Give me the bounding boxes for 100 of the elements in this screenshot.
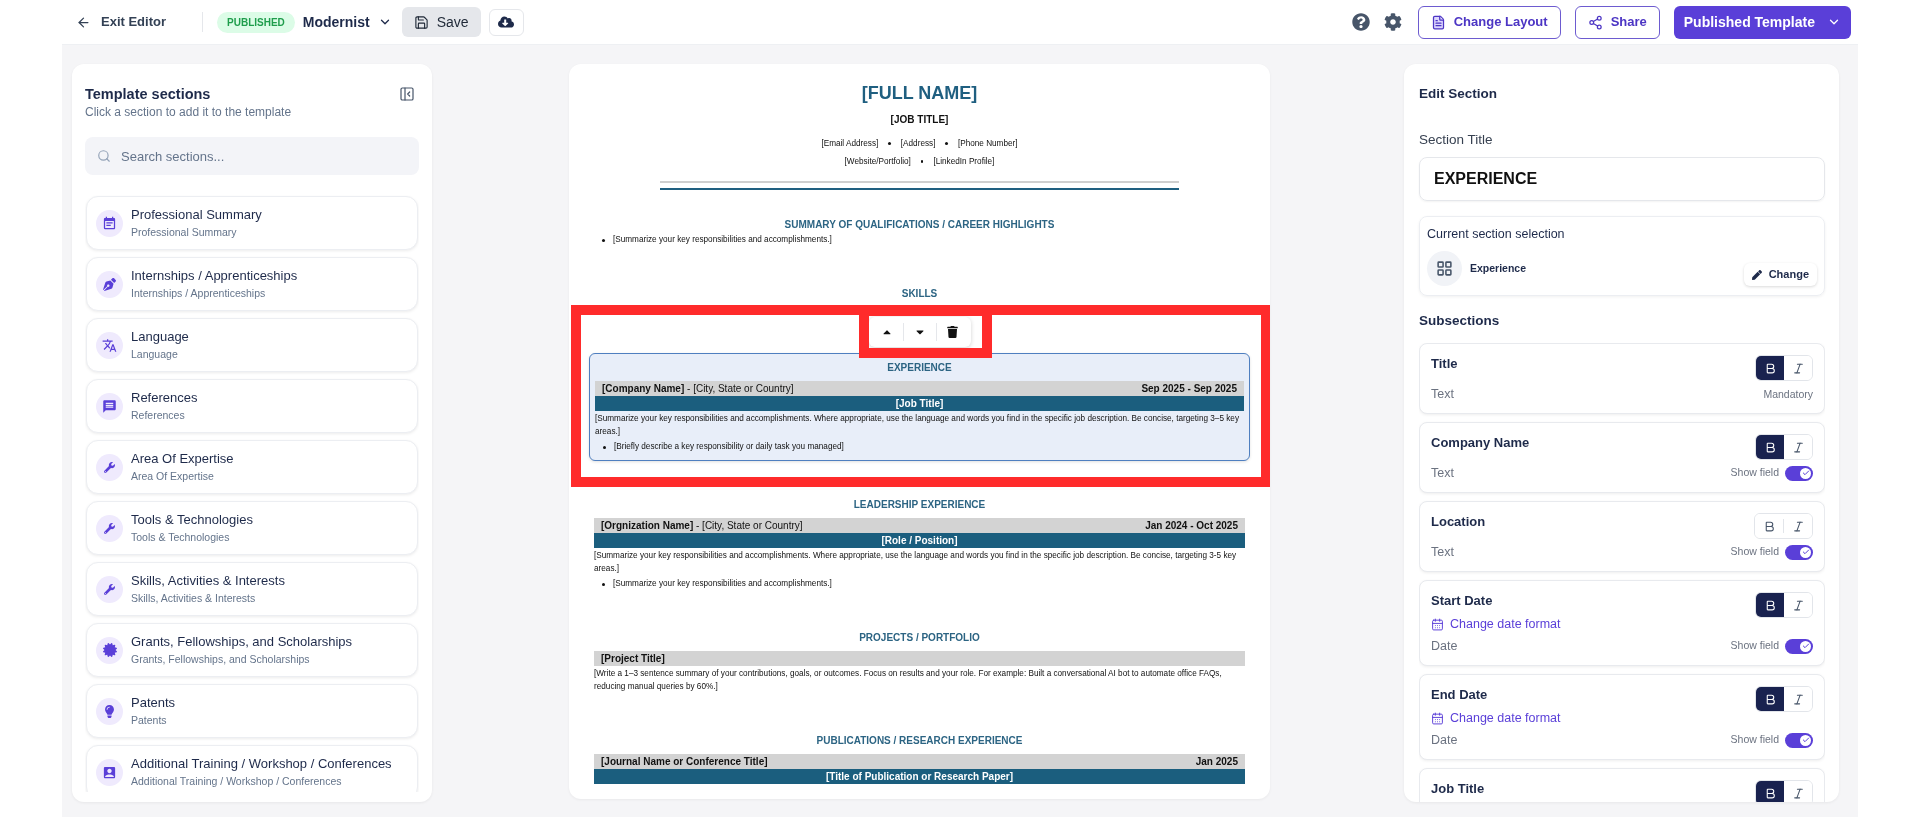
wrench-icon — [96, 575, 123, 603]
translate-icon — [96, 331, 123, 359]
subsection-name: Job Title — [1431, 780, 1485, 798]
help-icon[interactable] — [1351, 13, 1370, 31]
settings-icon[interactable] — [1383, 13, 1402, 31]
section-item[interactable]: Tools & Technologies Tools & Technologies — [86, 501, 418, 555]
person-card-icon — [96, 758, 123, 786]
subsection-name: End Date — [1431, 686, 1489, 704]
check-icon — [1801, 736, 1810, 744]
bold-button[interactable] — [1756, 435, 1784, 459]
chat-bubble-icon — [96, 392, 123, 420]
save-button[interactable]: Save — [401, 7, 481, 37]
wrench-icon — [96, 514, 123, 542]
italic-icon — [1791, 692, 1805, 706]
pen-nib-icon — [96, 270, 123, 298]
section-item[interactable]: Language Language — [86, 318, 418, 372]
section-item[interactable]: Area Of Expertise Area Of Expertise — [86, 440, 418, 494]
search-icon — [97, 149, 111, 163]
section-item-title: References — [131, 390, 198, 406]
change-date-format-link[interactable]: Change date format — [1431, 710, 1561, 726]
change-layout-button[interactable]: Change Layout — [1417, 5, 1561, 39]
panel-subtitle: Click a section to add it to the template — [85, 104, 292, 120]
entry-dates: Jan 2025 — [1195, 755, 1238, 769]
italic-icon — [1791, 519, 1805, 533]
section-item[interactable]: Patents Patents — [86, 684, 418, 738]
publish-dropdown-button[interactable]: Published Template — [1673, 5, 1851, 39]
section-item[interactable]: Internships / Apprenticeships Internships / Apprenticeships — [86, 257, 418, 311]
section-item[interactable]: Grants, Fellowships, and Scholarships Grants, Fellowships, and Scholarships — [86, 623, 418, 677]
contact-detail: [Email Address] — [821, 138, 879, 149]
toggle-switch[interactable] — [1785, 544, 1813, 560]
check-icon — [1801, 548, 1810, 556]
trash-icon — [947, 326, 958, 338]
section-item-subtitle: Area Of Expertise — [131, 469, 215, 483]
document-icon — [1430, 14, 1446, 30]
section-title-field[interactable]: EXPERIENCE — [1419, 157, 1825, 201]
field-type: Text — [1431, 386, 1455, 402]
section-item-subtitle: Professional Summary — [131, 225, 238, 239]
bullet-icon — [602, 238, 605, 242]
field-type: Date — [1431, 638, 1459, 654]
wrench-icon — [96, 453, 123, 481]
field-type: Date — [1431, 732, 1459, 748]
section-heading: PUBLICATIONS / RESEARCH EXPERIENCE — [815, 735, 1024, 747]
role-title-bar: [Role / Position] — [594, 533, 1245, 548]
download-button[interactable] — [488, 8, 524, 36]
change-button[interactable]: Change — [1743, 263, 1817, 286]
section-heading: SKILLS — [900, 288, 939, 300]
show-field-label: Show field — [1730, 465, 1779, 481]
section-item[interactable]: Skills, Activities & Interests Skills, Activities & Interests — [86, 562, 418, 616]
search-field[interactable]: Search sections... — [85, 137, 419, 175]
entry-dates: Sep 2025 - Sep 2025 — [1141, 382, 1237, 396]
section-item-title: Patents — [131, 695, 176, 711]
toggle-switch[interactable] — [1785, 638, 1813, 654]
share-button[interactable]: Share — [1574, 5, 1660, 39]
show-field-label: Show field — [1730, 544, 1779, 560]
bold-button[interactable] — [1756, 781, 1784, 802]
italic-icon — [1791, 440, 1805, 454]
bold-button[interactable] — [1756, 593, 1784, 617]
resume-name: [FULL NAME] — [861, 82, 978, 104]
toggle-switch[interactable] — [1785, 465, 1813, 481]
section-heading: EXPERIENCE — [886, 362, 953, 374]
entry-heading: [Project Title] — [601, 652, 665, 666]
italic-icon — [1791, 786, 1805, 800]
cloud-download-icon — [498, 14, 515, 30]
section-item-title: Tools & Technologies — [131, 512, 253, 528]
section-item-subtitle: Internships / Apprenticeships — [131, 286, 267, 300]
lightbulb-icon — [96, 697, 123, 725]
starburst-icon — [96, 636, 123, 664]
subsection-name: Start Date — [1431, 592, 1494, 610]
template-dropdown[interactable]: Modernist — [302, 11, 392, 33]
collapse-panel-icon[interactable] — [399, 86, 415, 102]
section-item-title: Grants, Fellowships, and Scholarships — [131, 634, 353, 650]
section-item[interactable]: References References — [86, 379, 418, 433]
section-item[interactable]: Professional Summary Professional Summary — [86, 196, 418, 250]
subsections-heading: Subsections — [1419, 312, 1501, 330]
grid-icon — [1427, 251, 1462, 286]
bold-button[interactable] — [1756, 687, 1784, 711]
role-title-bar: [Job Title] — [595, 396, 1244, 411]
section-heading: PROJECTS / PORTFOLIO — [858, 632, 981, 644]
exit-editor-button[interactable]: Exit Editor — [76, 12, 166, 32]
contact-detail: [Address] — [900, 138, 936, 149]
bullet-text: [Briefly describe a key responsibility or daily task you managed] — [614, 441, 844, 453]
panel-title: Edit Section — [1419, 85, 1498, 103]
entry-description: [Write a 1–3 sentence summary of your contributions, goals, or outcomes. Focus on results and your role. For example: Built a conversational AI bot to automate office FAQs, reducing manual queries by 60%.] — [594, 668, 1223, 693]
section-item[interactable]: Additional Training / Workshop / Conferences Additional Training / Workshop / Conferences — [86, 745, 418, 792]
resume-job-title: [JOB TITLE] — [890, 114, 949, 126]
section-item-subtitle: Tools & Technologies — [131, 530, 231, 544]
selected-section[interactable] — [589, 353, 1250, 461]
notepad-icon — [96, 209, 123, 237]
section-item-subtitle: Language — [131, 347, 179, 361]
bold-button[interactable] — [1756, 356, 1784, 380]
pen-icon — [1751, 269, 1762, 280]
contact-detail: [Website/Portfolio] — [844, 156, 911, 167]
entry-heading: [Orgnization Name] - [City, State or Country] — [601, 519, 803, 533]
field-type: Text — [1431, 544, 1455, 560]
subsection-name: Company Name — [1431, 434, 1530, 452]
change-date-format-link[interactable]: Change date format — [1431, 616, 1561, 632]
section-item-subtitle: Grants, Fellowships, and Scholarships — [131, 652, 311, 666]
section-item-subtitle: References — [131, 408, 186, 422]
toggle-switch[interactable] — [1785, 732, 1813, 748]
role-title-bar: [Title of Publication or Research Paper] — [594, 769, 1245, 784]
